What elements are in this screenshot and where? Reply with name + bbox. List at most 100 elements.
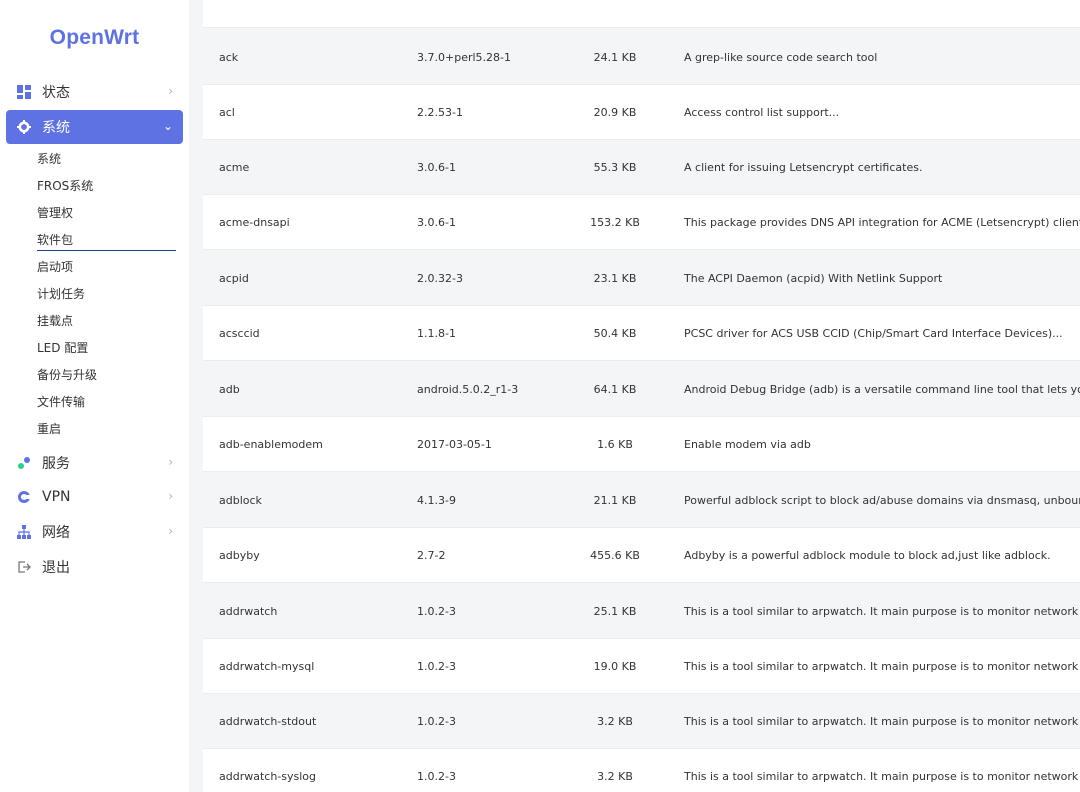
package-description: This is a tool similar to arpwatch. It m… — [684, 604, 1080, 618]
gear-icon — [16, 119, 32, 135]
network-icon — [16, 524, 32, 540]
brand-logo[interactable]: OpenWrt — [0, 26, 189, 50]
table-row[interactable]: addrwatch-mysql 1.0.2-3 19.0 KB This is … — [203, 639, 1080, 694]
submenu-item-admin[interactable]: 管理权 — [37, 202, 176, 224]
package-name: addrwatch — [219, 604, 278, 618]
submenu-item-startup[interactable]: 启动项 — [37, 256, 176, 278]
sidebar-item-logout[interactable]: 退出 — [6, 550, 183, 584]
chevron-down-icon: ⌄ — [162, 119, 173, 133]
table-row[interactable]: adb android.5.0.2_r1-3 64.1 KB Android D… — [203, 362, 1080, 417]
table-row[interactable]: acsccid 1.1.8-1 50.4 KB PCSC driver for … — [203, 306, 1080, 361]
table-row[interactable]: addrwatch 1.0.2-3 25.1 KB This is a tool… — [203, 584, 1080, 639]
chevron-right-icon: › — [168, 84, 173, 98]
package-version: 1.1.8-1 — [417, 326, 456, 340]
package-size: 23.1 KB — [593, 271, 637, 285]
package-description: This package provides DNS API integratio… — [684, 215, 1080, 229]
package-description: This is a tool similar to arpwatch. It m… — [684, 659, 1080, 673]
package-description: The ACPI Daemon (acpid) With Netlink Sup… — [684, 271, 943, 285]
package-version: android.5.0.2_r1-3 — [417, 382, 519, 396]
sidebar-item-vpn[interactable]: VPN › — [6, 480, 183, 514]
package-description: This is a tool similar to arpwatch. It m… — [684, 769, 1080, 783]
table-row[interactable]: adblock 4.1.3-9 21.1 KB Powerful adblock… — [203, 473, 1080, 528]
package-name: acme — [219, 160, 250, 174]
submenu-item-backup-upgrade[interactable]: 备份与升级 — [37, 364, 176, 386]
table-row[interactable]: addrwatch-syslog 1.0.2-3 3.2 KB This is … — [203, 749, 1080, 792]
package-version: 1.0.2-3 — [417, 769, 456, 783]
package-description: Enable modem via adb — [684, 437, 811, 451]
package-size: 64.1 KB — [593, 382, 637, 396]
package-name: addrwatch-stdout — [219, 714, 317, 728]
package-version: 1.0.2-3 — [417, 714, 456, 728]
package-table: ack 3.7.0+perl5.28-1 24.1 KB A grep-like… — [203, 0, 1080, 792]
sidebar-item-label: VPN — [42, 489, 71, 505]
package-description: A grep-like source code search tool — [684, 50, 878, 64]
package-name: ack — [219, 50, 239, 64]
package-description: This is a tool similar to arpwatch. It m… — [684, 714, 1080, 728]
package-name: acsccid — [219, 326, 260, 340]
package-size: 3.2 KB — [597, 714, 633, 728]
package-version: 2.7-2 — [417, 548, 446, 562]
package-size: 21.1 KB — [593, 493, 637, 507]
sidebar-item-label: 网络 — [42, 525, 70, 541]
package-description: Adbyby is a powerful adblock module to b… — [684, 548, 1051, 562]
package-version: 1.0.2-3 — [417, 659, 456, 673]
submenu-item-file-transfer[interactable]: 文件传输 — [37, 391, 176, 413]
submenu-item-led-config[interactable]: LED 配置 — [37, 337, 176, 359]
package-size: 1.6 KB — [597, 437, 633, 451]
package-description: PCSC driver for ACS USB CCID (Chip/Smart… — [684, 326, 1063, 340]
app-root: OpenWrt 状态 › 系统 ⌄ 系统 FROS系统 管理权 软件包 启动项 … — [0, 0, 1080, 792]
table-row[interactable]: acpid 2.0.32-3 23.1 KB The ACPI Daemon (… — [203, 251, 1080, 306]
sidebar-item-network[interactable]: 网络 › — [6, 515, 183, 549]
table-row[interactable]: adbyby 2.7-2 455.6 KB Adbyby is a powerf… — [203, 528, 1080, 583]
package-name: acme-dnsapi — [219, 215, 290, 229]
chevron-right-icon: › — [168, 524, 173, 538]
package-size: 25.1 KB — [593, 604, 637, 618]
package-version: 1.0.2-3 — [417, 604, 456, 618]
sidebar: OpenWrt 状态 › 系统 ⌄ 系统 FROS系统 管理权 软件包 启动项 … — [0, 0, 189, 792]
sidebar-item-status[interactable]: 状态 › — [6, 75, 183, 109]
package-name: acpid — [219, 271, 249, 285]
package-version: 2017-03-05-1 — [417, 437, 492, 451]
submenu-item-packages[interactable]: 软件包 — [37, 229, 176, 251]
table-row[interactable]: ack 3.7.0+perl5.28-1 24.1 KB A grep-like… — [203, 30, 1080, 85]
package-name: adb — [219, 382, 240, 396]
submenu-item-system[interactable]: 系统 — [37, 148, 176, 170]
package-name: addrwatch-mysql — [219, 659, 315, 673]
dashboard-icon — [16, 84, 32, 100]
package-name: adb-enablemodem — [219, 437, 323, 451]
chevron-right-icon: › — [168, 455, 173, 469]
table-row[interactable]: acme 3.0.6-1 55.3 KB A client for issuin… — [203, 140, 1080, 195]
package-size: 3.2 KB — [597, 769, 633, 783]
package-description: Android Debug Bridge (adb) is a versatil… — [684, 382, 1080, 396]
submenu-item-fros-system[interactable]: FROS系统 — [37, 175, 176, 197]
sidebar-item-label: 状态 — [42, 85, 70, 101]
sidebar-item-label: 服务 — [42, 456, 70, 472]
sidebar-item-label: 系统 — [42, 120, 70, 136]
submenu-item-mount-points[interactable]: 挂载点 — [37, 310, 176, 332]
table-row[interactable]: acme-dnsapi 3.0.6-1 153.2 KB This packag… — [203, 195, 1080, 250]
package-name: adblock — [219, 493, 262, 507]
sidebar-item-services[interactable]: 服务 › — [6, 446, 183, 480]
submenu-item-scheduled-tasks[interactable]: 计划任务 — [37, 283, 176, 305]
package-description: A client for issuing Letsencrypt certifi… — [684, 160, 923, 174]
logout-icon — [16, 559, 32, 575]
sidebar-item-system[interactable]: 系统 ⌄ — [6, 110, 183, 144]
package-version: 4.1.3-9 — [417, 493, 456, 507]
services-icon — [16, 455, 32, 471]
table-row[interactable]: addrwatch-stdout 1.0.2-3 3.2 KB This is … — [203, 694, 1080, 749]
table-row[interactable]: acl 2.2.53-1 20.9 KB Access control list… — [203, 85, 1080, 140]
package-description: Powerful adblock script to block ad/abus… — [684, 493, 1080, 507]
package-version: 3.0.6-1 — [417, 215, 456, 229]
package-description: Access control list support... — [684, 105, 840, 119]
package-size: 24.1 KB — [593, 50, 637, 64]
sidebar-item-label: 退出 — [42, 560, 70, 576]
package-version: 2.2.53-1 — [417, 105, 463, 119]
package-size: 55.3 KB — [593, 160, 637, 174]
package-name: addrwatch-syslog — [219, 769, 317, 783]
package-version: 3.7.0+perl5.28-1 — [417, 50, 511, 64]
package-size: 50.4 KB — [593, 326, 637, 340]
table-row[interactable]: adb-enablemodem 2017-03-05-1 1.6 KB Enab… — [203, 417, 1080, 472]
package-name: adbyby — [219, 548, 260, 562]
package-version: 3.0.6-1 — [417, 160, 456, 174]
submenu-item-reboot[interactable]: 重启 — [37, 418, 176, 440]
